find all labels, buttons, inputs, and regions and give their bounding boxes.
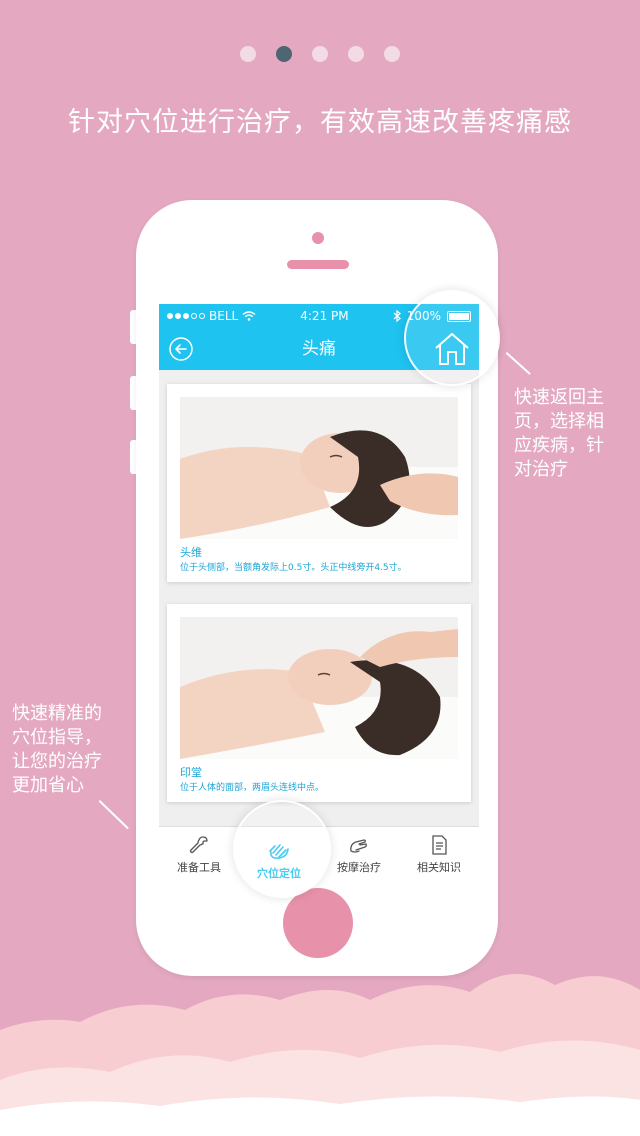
cloud-decoration: [0, 974, 640, 1136]
